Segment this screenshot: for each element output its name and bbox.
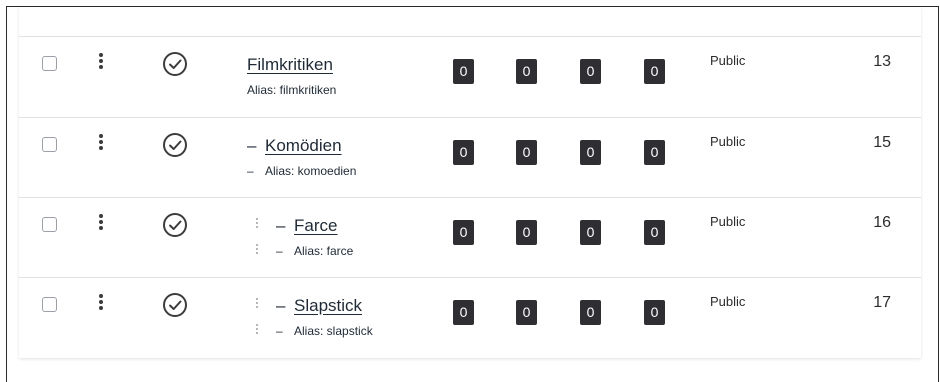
kebab-menu-icon[interactable] [98, 53, 104, 73]
alias-text: Alias: filmkritiken [247, 83, 337, 97]
category-title: Filmkritiken [247, 55, 333, 75]
drag-handle-icon[interactable] [255, 244, 259, 258]
drag-handle-icon[interactable] [255, 298, 259, 312]
alias-text: Alias: farce [294, 244, 354, 258]
category-id: 13 [873, 53, 891, 70]
kebab-menu-icon[interactable] [98, 214, 104, 234]
category-title: – Komödien [247, 136, 342, 156]
count-badge[interactable]: 0 [453, 59, 474, 84]
category-alias: – Alias: farce [276, 244, 353, 258]
access-level: Public [710, 134, 746, 149]
level-indicator: – [276, 216, 286, 235]
row-select-checkbox[interactable] [42, 297, 57, 312]
category-title-link[interactable]: Komödien [265, 136, 342, 155]
check-circle-icon[interactable] [162, 212, 188, 238]
kebab-menu-icon[interactable] [98, 134, 104, 154]
level-indicator: – [247, 136, 257, 155]
level-indicator: – [247, 164, 254, 178]
check-circle-icon[interactable] [162, 51, 188, 77]
count-badge[interactable]: 0 [644, 59, 665, 84]
row-select-checkbox[interactable] [42, 56, 57, 71]
table-row: – Komödien – Alias: komoedien 0 0 0 0 Public 15 [19, 117, 921, 197]
count-badge[interactable]: 0 [580, 300, 601, 325]
category-title: – Farce [276, 216, 337, 236]
check-circle-icon[interactable] [162, 132, 188, 158]
kebab-menu-icon[interactable] [98, 294, 104, 314]
count-badge[interactable]: 0 [516, 59, 537, 84]
row-select-checkbox[interactable] [42, 137, 57, 152]
alias-text: Alias: slapstick [294, 324, 373, 338]
category-id: 17 [873, 294, 891, 311]
access-level: Public [710, 214, 746, 229]
level-indicator: – [276, 296, 286, 315]
category-alias: – Alias: komoedien [247, 164, 356, 178]
category-id: 15 [873, 134, 891, 151]
count-badge[interactable]: 0 [516, 220, 537, 245]
count-badge[interactable]: 0 [580, 140, 601, 165]
count-badge[interactable]: 0 [644, 140, 665, 165]
access-level: Public [710, 53, 746, 68]
level-indicator: – [276, 324, 283, 338]
count-badge[interactable]: 0 [580, 59, 601, 84]
count-badge[interactable]: 0 [580, 220, 601, 245]
count-badge[interactable]: 0 [453, 140, 474, 165]
table-row: Filmkritiken Alias: filmkritiken 0 0 0 0 Publi… [19, 36, 921, 116]
category-title-link[interactable]: Farce [294, 216, 337, 235]
category-title: – Slapstick [276, 296, 362, 316]
check-circle-icon[interactable] [162, 292, 188, 318]
drag-handle-icon[interactable] [255, 218, 259, 232]
count-badge[interactable]: 0 [453, 220, 474, 245]
drag-handle-icon[interactable] [255, 324, 259, 338]
count-badge[interactable]: 0 [453, 300, 474, 325]
category-alias: – Alias: slapstick [276, 324, 373, 338]
count-badge[interactable]: 0 [516, 300, 537, 325]
category-title-link[interactable]: Slapstick [294, 296, 362, 315]
category-id: 16 [873, 214, 891, 231]
level-indicator: – [276, 244, 283, 258]
count-badge[interactable]: 0 [516, 140, 537, 165]
table-row: – Farce – Alias: farce 0 0 0 0 Public 16 [19, 197, 921, 277]
alias-text: Alias: komoedien [265, 164, 357, 178]
count-badge[interactable]: 0 [644, 300, 665, 325]
table-row: – Slapstick – Alias: slapstick 0 0 0 0 Public 17 [19, 277, 921, 357]
count-badge[interactable]: 0 [644, 220, 665, 245]
row-select-checkbox[interactable] [42, 217, 57, 232]
category-alias: Alias: filmkritiken [247, 83, 336, 97]
access-level: Public [710, 294, 746, 309]
category-title-link[interactable]: Filmkritiken [247, 55, 333, 74]
category-list-table: Filmkritiken Alias: filmkritiken 0 0 0 0 Publi… [19, 7, 921, 358]
